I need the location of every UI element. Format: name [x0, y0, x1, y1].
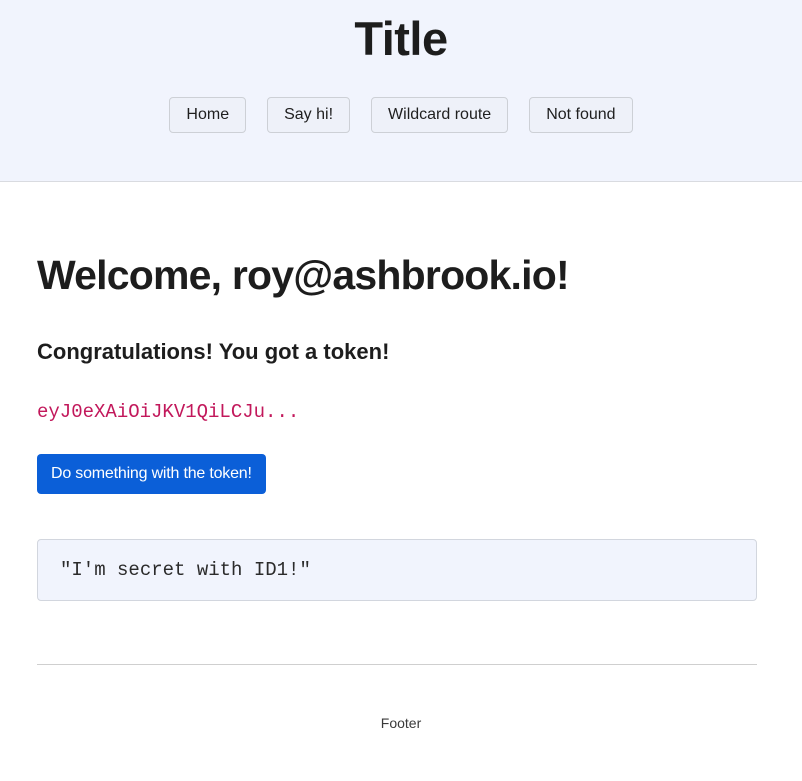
main-nav: Home Say hi! Wildcard route Not found — [0, 97, 802, 133]
footer: Footer — [380, 715, 422, 731]
page-header: Title Home Say hi! Wildcard route Not fo… — [0, 0, 802, 182]
nav-say-hi-button[interactable]: Say hi! — [267, 97, 351, 133]
nav-wildcard-route-button[interactable]: Wildcard route — [371, 97, 509, 133]
welcome-heading: Welcome, roy@ashbrook.io! — [37, 252, 570, 298]
footer-divider — [37, 664, 757, 665]
congrats-heading: Congratulations! You got a token! — [37, 339, 390, 364]
nav-home-button[interactable]: Home — [169, 97, 247, 133]
nav-not-found-button[interactable]: Not found — [529, 97, 633, 133]
secret-text: "I'm secret with ID1!" — [60, 559, 311, 581]
token-text: eyJ0eXAiOiJKV1QiLCJu... — [37, 401, 300, 423]
secret-output: "I'm secret with ID1!" — [37, 539, 757, 601]
use-token-button[interactable]: Do something with the token! — [37, 454, 266, 494]
site-title: Title — [354, 12, 448, 65]
